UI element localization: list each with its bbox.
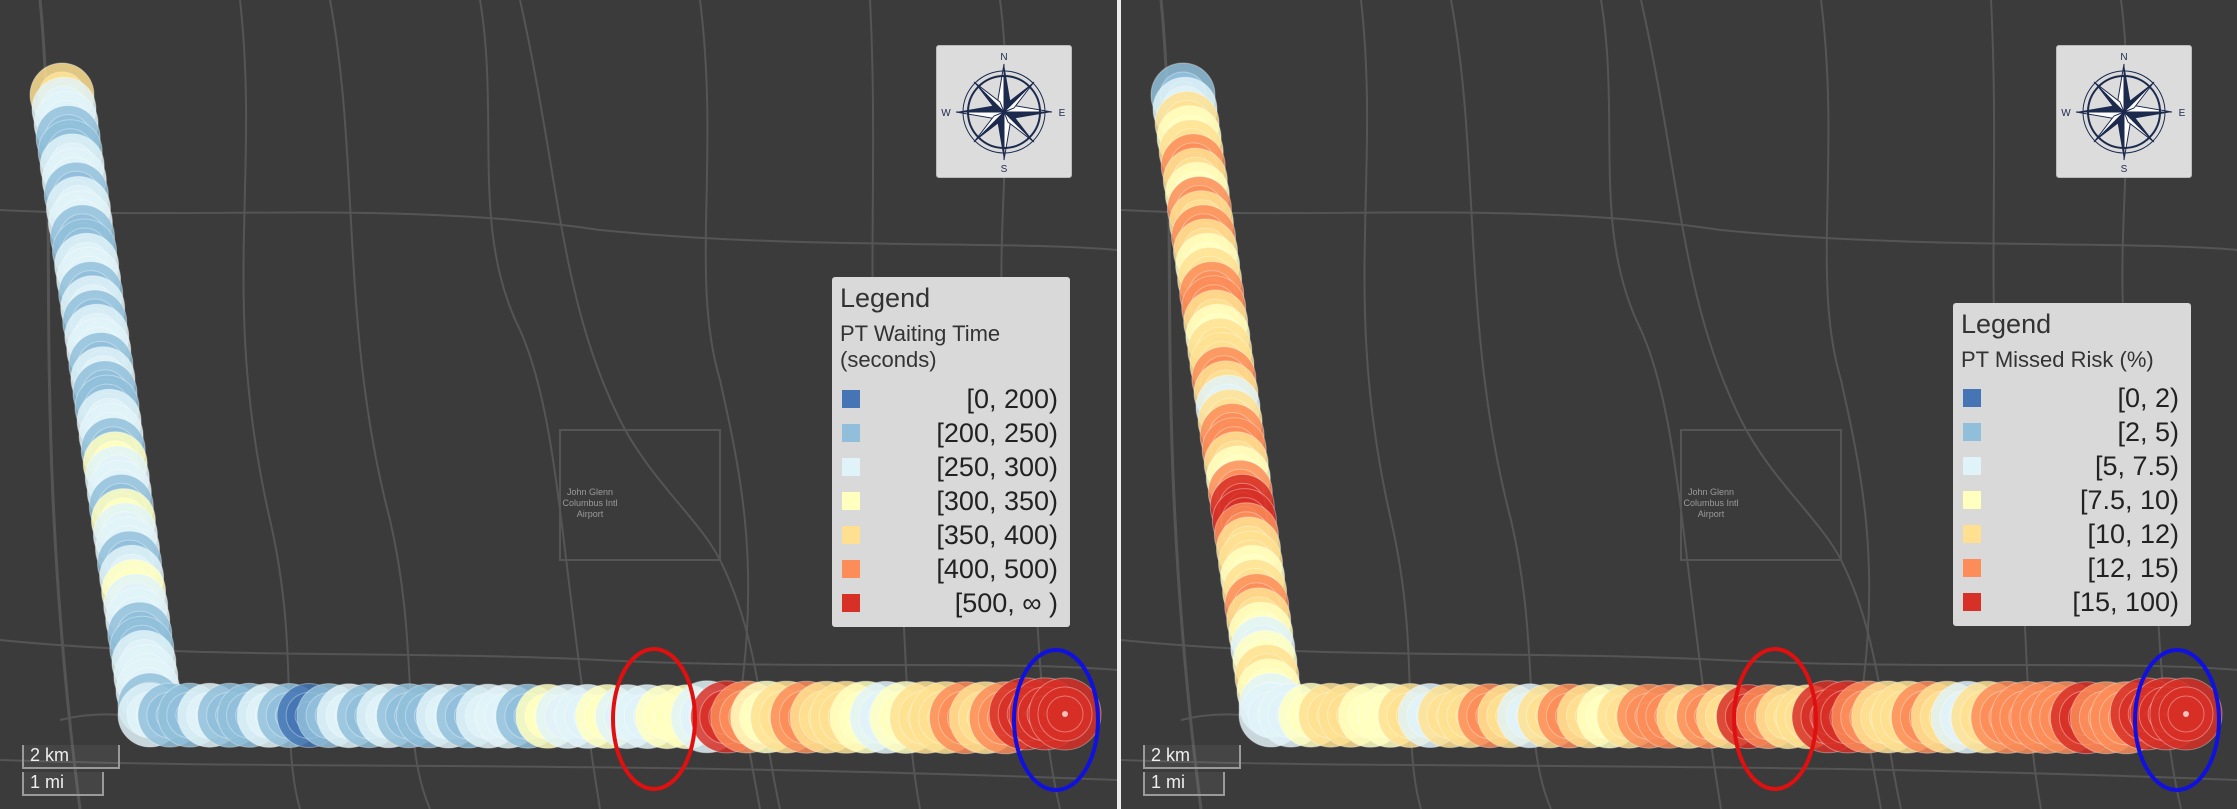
legend-item: [300, 350): [842, 486, 1060, 516]
legend-swatch: [842, 526, 860, 544]
svg-text:W: W: [941, 108, 951, 119]
legend-item-label: [10, 12): [2087, 519, 2179, 549]
legend-swatch: [1963, 593, 1981, 611]
legend-item-label: [300, 350): [936, 486, 1058, 516]
legend-item-label: [15, 100): [2072, 587, 2179, 617]
legend-swatch: [1963, 491, 1981, 509]
legend-subtitle: PT Missed Risk (%): [1961, 347, 2154, 372]
legend-item-label: [200, 250): [936, 418, 1058, 448]
legend-item: [350, 400): [842, 520, 1060, 550]
svg-text:W: W: [2061, 108, 2071, 119]
route-stop-circle: [1028, 677, 1102, 751]
svg-text:N: N: [2120, 52, 2127, 63]
legend-title: Legend: [840, 283, 931, 313]
airport-label: John Glenn Columbus Intl Airport: [1683, 487, 1739, 519]
legend-missed-risk: Legend PT Missed Risk (%) [0, 2) [2, 5) [5…: [1953, 303, 2191, 626]
scale-bar-mi: 1 mi: [22, 772, 104, 796]
legend-waiting-time: Legend PT Waiting Time (seconds) [0, 200…: [832, 277, 1070, 627]
svg-text:S: S: [2121, 164, 2128, 175]
svg-text:E: E: [2179, 108, 2186, 119]
legend-item-label: [5, 7.5): [2094, 451, 2179, 481]
legend-swatch: [1963, 559, 1981, 577]
legend-item: [2, 5): [1963, 417, 2181, 447]
svg-text:N: N: [1000, 52, 1007, 63]
svg-text:S: S: [1001, 164, 1008, 175]
airport-label: John Glenn Columbus Intl Airport: [562, 487, 618, 519]
legend-item-label: [500, ∞ ): [954, 588, 1058, 618]
legend-swatch: [842, 492, 860, 510]
legend-item: [7.5, 10): [1963, 485, 2181, 515]
legend-item: [0, 200): [842, 384, 1060, 414]
legend-swatch: [842, 594, 860, 612]
legend-item-label: [250, 300): [936, 452, 1058, 482]
legend-swatch: [1963, 423, 1981, 441]
scale-bar-km: 2 km: [1143, 745, 1241, 769]
legend-item-label: [0, 2): [2117, 383, 2179, 413]
compass-rose: N S E W: [2056, 45, 2192, 178]
legend-item-label: [7.5, 10): [2079, 485, 2179, 515]
legend-item-label: [400, 500): [936, 554, 1058, 584]
scale-bar-km: 2 km: [22, 745, 120, 769]
legend-subtitle: PT Waiting Time: [840, 321, 1001, 346]
compass-icon: N S E W: [2061, 52, 2186, 175]
compass-rose: N S E W: [936, 45, 1072, 178]
route-stop-circle: [2149, 677, 2223, 751]
map-panel-waiting-time[interactable]: John Glenn Columbus Intl Airport N S E W…: [0, 0, 1117, 809]
legend-item: [500, ∞ ): [842, 588, 1060, 618]
svg-text:E: E: [1059, 108, 1066, 119]
legend-item: [12, 15): [1963, 553, 2181, 583]
legend-title: Legend: [1961, 309, 2052, 339]
scale-bar-mi: 1 mi: [1143, 772, 1225, 796]
legend-subtitle-unit: (seconds): [840, 347, 937, 372]
legend-item: [400, 500): [842, 554, 1060, 584]
legend-item-label: [12, 15): [2087, 553, 2179, 583]
legend-swatch: [842, 560, 860, 578]
legend-item: [5, 7.5): [1963, 451, 2181, 481]
legend-swatch: [842, 424, 860, 442]
legend-item: [200, 250): [842, 418, 1060, 448]
map-panel-missed-risk[interactable]: John Glenn Columbus Intl Airport N S E W…: [1121, 0, 2237, 809]
legend-item-label: [0, 200): [966, 384, 1058, 414]
legend-swatch: [1963, 525, 1981, 543]
legend-item: [0, 2): [1963, 383, 2181, 413]
legend-swatch: [842, 390, 860, 408]
legend-swatch: [842, 458, 860, 476]
compass-icon: N S E W: [941, 52, 1066, 175]
legend-item: [250, 300): [842, 452, 1060, 482]
legend-swatch: [1963, 389, 1981, 407]
legend-item-label: [350, 400): [936, 520, 1058, 550]
legend-swatch: [1963, 457, 1981, 475]
legend-item: [15, 100): [1963, 587, 2181, 617]
legend-item-label: [2, 5): [2117, 417, 2179, 447]
legend-item: [10, 12): [1963, 519, 2181, 549]
